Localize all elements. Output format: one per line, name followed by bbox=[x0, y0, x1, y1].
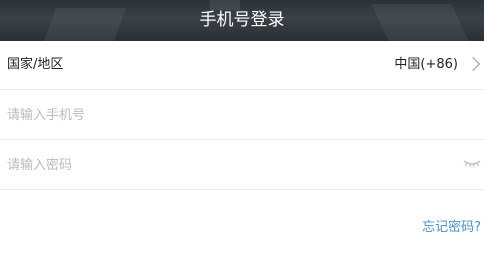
page-title: 手机号登录 bbox=[199, 10, 285, 30]
password-input[interactable] bbox=[7, 150, 447, 180]
country-region-label: 国家/地区 bbox=[7, 57, 64, 72]
phone-number-input[interactable] bbox=[7, 100, 447, 130]
phone-number-row bbox=[0, 90, 484, 140]
header-bar: 手机号登录 bbox=[0, 0, 484, 41]
eye-closed-icon[interactable] bbox=[463, 158, 481, 170]
password-row bbox=[0, 140, 484, 190]
chevron-right-icon bbox=[465, 56, 481, 72]
forgot-password-link[interactable]: 忘记密码? bbox=[422, 216, 481, 235]
country-code-value: 中国(+86) bbox=[394, 57, 458, 72]
country-region-selector[interactable]: 国家/地区 中国(+86) bbox=[0, 40, 484, 90]
